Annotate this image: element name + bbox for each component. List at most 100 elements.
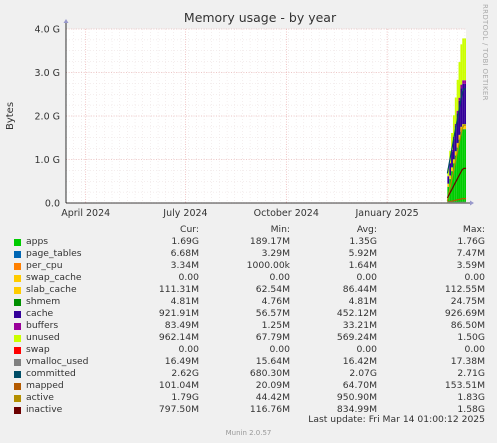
legend-swatch xyxy=(14,335,21,342)
value-cur: 111.31M xyxy=(158,284,199,295)
x-tick-label: April 2024 xyxy=(61,208,110,219)
legend-label: committed xyxy=(26,368,76,379)
y-tick-label: 0.0 xyxy=(45,199,60,210)
x-axis-arrow xyxy=(470,200,474,206)
area-cache xyxy=(464,83,466,124)
value-cur: 921.91M xyxy=(158,308,199,319)
value-cur: 2.62G xyxy=(171,368,199,379)
legend-swatch xyxy=(14,299,21,306)
legend-row-committed: committed 2.62G 680.30M 2.07G 2.71G xyxy=(0,368,497,380)
value-max: 0.00 xyxy=(464,344,485,355)
value-min: 15.64M xyxy=(255,356,290,367)
col-cur-header: Cur: xyxy=(180,224,199,235)
legend-label: buffers xyxy=(26,320,59,331)
legend-label: mapped xyxy=(26,380,64,391)
value-max: 7.47M xyxy=(456,248,485,259)
legend-label: swap_cache xyxy=(26,272,82,283)
value-avg: 5.92M xyxy=(348,248,377,259)
value-avg: 64.70M xyxy=(342,380,377,391)
legend-row-mapped: mapped 101.04M 20.09M 64.70M 153.51M xyxy=(0,380,497,392)
legend-row-swap: swap 0.00 0.00 0.00 0.00 xyxy=(0,344,497,356)
legend-swatch xyxy=(14,347,21,354)
value-cur: 6.68M xyxy=(170,248,199,259)
y-tick-label: 3.0 G xyxy=(35,68,61,79)
value-max: 926.69M xyxy=(444,308,485,319)
legend-row-unused: unused 962.14M 67.79M 569.24M 1.50G xyxy=(0,332,497,344)
value-avg: 0.00 xyxy=(356,344,377,355)
value-avg: 33.21M xyxy=(342,320,377,331)
munin-version: Munin 2.0.57 xyxy=(225,429,272,437)
value-max: 1.50G xyxy=(457,332,485,343)
memory-usage-chart: 0.0 1.0 G 2.0 G 3.0 G 4.0 G April 2024 July 20… xyxy=(5,10,474,219)
area-slab-cache xyxy=(449,175,452,179)
area-slab-cache xyxy=(451,167,453,171)
col-avg-header: Avg: xyxy=(356,224,377,235)
value-max: 112.55M xyxy=(444,284,485,295)
value-min: 62.54M xyxy=(255,284,290,295)
legend-swatch xyxy=(14,371,21,378)
value-max: 3.59M xyxy=(456,260,485,271)
x-tick-label: January 2025 xyxy=(354,208,418,219)
area-unused xyxy=(454,97,457,124)
value-min: 1.25M xyxy=(261,320,290,331)
legend-label: apps xyxy=(26,236,49,247)
value-cur: 0.00 xyxy=(178,272,199,283)
area-apps xyxy=(464,129,466,203)
legend-row-slab-cache: slab_cache 111.31M 62.54M 86.44M 112.55M xyxy=(0,284,497,296)
value-min: 44.42M xyxy=(255,392,290,403)
legend-label: active xyxy=(26,392,54,403)
last-update: Last update: Fri Mar 14 01:00:12 2025 xyxy=(308,414,485,425)
legend-swatch xyxy=(14,311,21,318)
legend-label: swap xyxy=(26,344,50,355)
col-min-header: Min: xyxy=(270,224,290,235)
rrdtool-credit: RRDTOOL / TOBI OETIKER xyxy=(481,4,489,101)
legend-header: Cur: Min: Avg: Max: xyxy=(0,224,497,236)
value-cur: 101.04M xyxy=(158,380,199,391)
value-cur: 1.79G xyxy=(171,392,199,403)
legend-swatch xyxy=(14,323,21,330)
area-cache xyxy=(447,176,450,184)
legend-row-buffers: buffers 83.49M 1.25M 33.21M 86.50M xyxy=(0,320,497,332)
legend-swatch xyxy=(14,359,21,366)
value-avg: 569.24M xyxy=(336,332,377,343)
area-slab-cache xyxy=(447,183,450,187)
value-max: 1.83G xyxy=(457,392,485,403)
value-avg: 950.90M xyxy=(336,392,377,403)
area-unused xyxy=(462,38,465,81)
legend-swatch xyxy=(14,287,21,294)
area-cache xyxy=(449,163,452,176)
value-cur: 0.00 xyxy=(178,344,199,355)
value-avg: 4.81M xyxy=(348,296,377,307)
legend-swatch xyxy=(14,275,21,282)
x-tick-label: July 2024 xyxy=(162,208,207,219)
legend-row-vmalloc-used: vmalloc_used 16.49M 15.64M 16.42M 17.38M xyxy=(0,356,497,368)
area-unused xyxy=(458,62,461,98)
legend-swatch xyxy=(14,407,21,414)
value-avg: 1.64M xyxy=(348,260,377,271)
value-avg: 16.42M xyxy=(342,356,377,367)
legend-swatch xyxy=(14,395,21,402)
legend-row-shmem: shmem 4.81M 4.76M 4.81M 24.75M xyxy=(0,296,497,308)
legend-label: cache xyxy=(26,308,54,319)
value-cur: 962.14M xyxy=(158,332,199,343)
value-max: 1.76G xyxy=(457,236,485,247)
value-avg: 452.12M xyxy=(336,308,377,319)
area-unused xyxy=(456,79,459,111)
y-tick-label: 1.0 G xyxy=(35,155,61,166)
value-min: 116.76M xyxy=(249,404,290,415)
value-cur: 797.50M xyxy=(158,404,199,415)
legend-label: per_cpu xyxy=(26,260,63,271)
y-axis-arrow xyxy=(63,19,69,23)
legend-row-cache: cache 921.91M 56.57M 452.12M 926.69M xyxy=(0,308,497,320)
value-min: 189.17M xyxy=(249,236,290,247)
value-avg: 0.00 xyxy=(356,272,377,283)
value-max: 86.50M xyxy=(450,320,485,331)
value-max: 24.75M xyxy=(450,296,485,307)
legend-row-page-tables: page_tables 6.68M 3.29M 5.92M 7.47M xyxy=(0,248,497,260)
value-min: 0.00 xyxy=(269,344,290,355)
value-min: 3.29M xyxy=(261,248,290,259)
legend-label: unused xyxy=(26,332,60,343)
legend-swatch xyxy=(14,263,21,270)
area-unused xyxy=(464,38,466,81)
legend-swatch xyxy=(14,251,21,258)
